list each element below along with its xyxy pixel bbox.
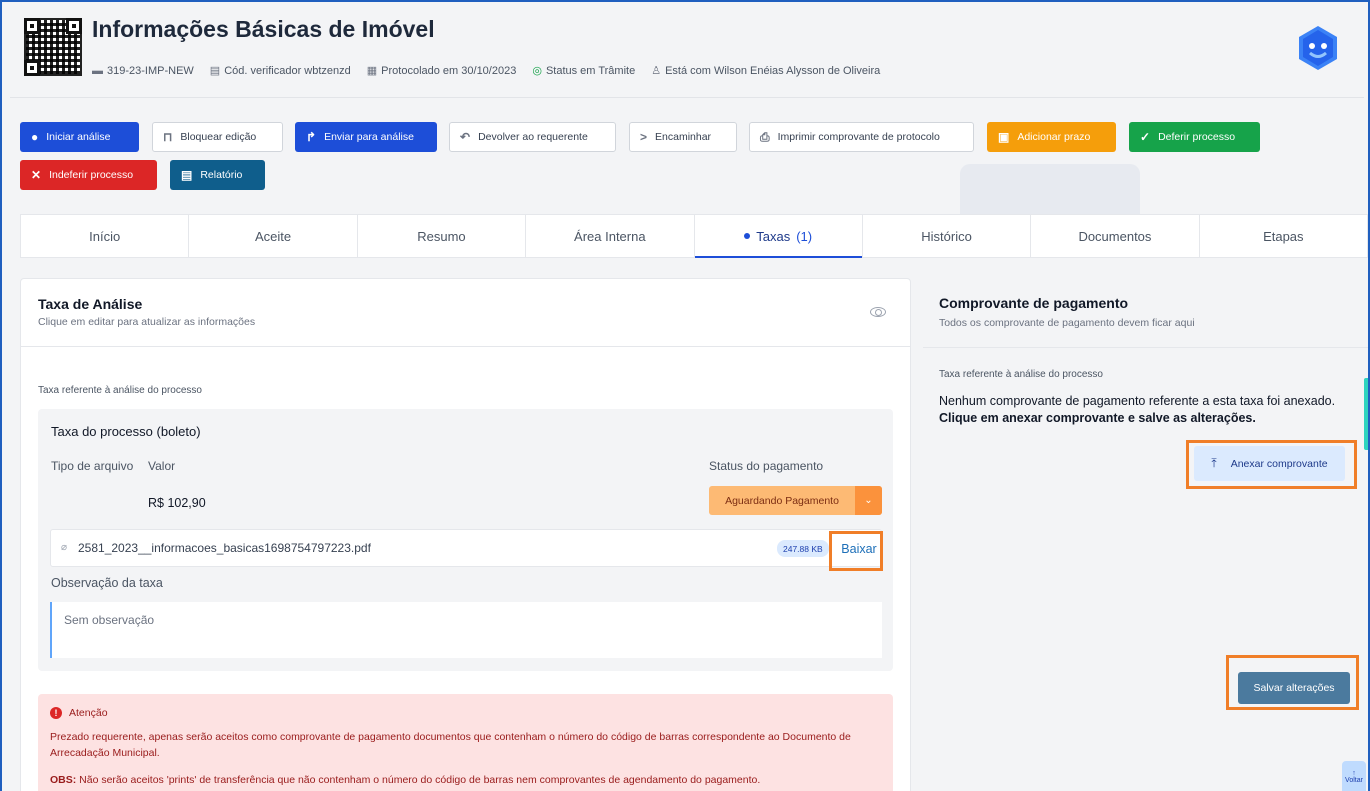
printer-icon: ⎙ [760,129,770,144]
tax-panel-header: Taxa de Análise Clique em editar para at… [21,279,910,347]
attention-alert: ! Atenção Prezado requerente, apenas serã… [38,694,893,791]
observation-label: Observação da taxa [51,576,163,590]
receipt-title: Comprovante de pagamento [939,295,1129,311]
tab-area-interna[interactable]: Área Interna [526,215,695,257]
report-icon: ▤ [181,168,193,182]
print-receipt-button[interactable]: ⎙ Imprimir comprovante de protocolo [749,122,974,152]
divider [923,347,1368,348]
download-link[interactable]: Baixar [833,530,885,568]
observation-field[interactable]: Sem observação [50,602,882,658]
reject-process-button[interactable]: ✕ Indeferir processo [20,160,157,190]
undo-icon: ↶ [460,130,471,144]
receipt-subtitle: Todos os comprovante de pagamento devem … [939,317,1195,329]
payment-status-select[interactable]: Aguardando Pagamento ⌄ [709,486,882,515]
receipt-reference: Taxa referente à análise do processo [939,369,1103,380]
chevron-right-icon: > [640,130,648,144]
calendar-icon: ▦ [366,65,378,77]
tax-details-box: Taxa do processo (boleto) Tipo de arquiv… [38,409,893,671]
back-to-top-button[interactable]: ↑ Voltar [1342,761,1366,791]
eye-icon[interactable] [870,307,886,317]
tax-box-title: Taxa do processo (boleto) [51,424,201,439]
tab-taxas[interactable]: Taxas (1) [694,215,863,258]
meta-assignee: ♙ Está com Wilson Enéias Alysson de Olive… [651,64,881,78]
check-icon: ✓ [1140,130,1151,144]
save-changes-button[interactable]: Salvar alterações [1238,672,1350,704]
page-header: Informações Básicas de Imóvel ▬ 319-23-IM… [10,6,1364,98]
user-icon: ♙ [651,65,662,77]
attach-receipt-button[interactable]: ⤒ Anexar comprovante [1194,446,1345,481]
share-icon: ↱ [306,130,317,144]
process-tabs: Início Aceite Resumo Área Interna Taxas(… [20,214,1368,258]
tax-reference: Taxa referente à análise do processo [38,385,202,396]
lock-edit-button[interactable]: ⊓ Bloquear edição [152,122,283,152]
app-frame: Informações Básicas de Imóvel ▬ 319-23-IM… [0,0,1370,791]
add-deadline-button[interactable]: ▣ Adicionar prazo [987,122,1116,152]
alert-text: Prezado requerente, apenas serão aceitos… [50,731,851,759]
qr-code-icon [24,18,82,76]
meta-protocol: ▬ 319-23-IMP-NEW [92,64,194,77]
tab-inicio[interactable]: Início [21,215,190,257]
approve-process-button[interactable]: ✓ Deferir processo [1129,122,1260,152]
close-icon: ✕ [31,168,42,182]
report-button[interactable]: ▤ Relatório [170,160,265,190]
app-logo-icon [1299,26,1337,70]
receipt-panel: Comprovante de pagamento Todos os compro… [923,278,1368,791]
active-dot-icon [744,233,751,239]
briefcase-icon: ▬ [92,64,103,77]
tax-amount: R$ 102,90 [148,496,206,510]
upload-icon: ⤒ [1211,456,1217,470]
value-label: Valor [148,459,176,473]
tab-etapas[interactable]: Etapas [1200,215,1367,257]
document-icon: ▤ [209,65,221,77]
send-analysis-button[interactable]: ↱ Enviar para análise [295,122,437,152]
calendar-icon: ▣ [998,130,1010,144]
tax-panel: Taxa de Análise Clique em editar para at… [20,278,911,791]
file-name: 2581_2023__informacoes_basicas1698754797… [78,541,371,555]
alert-obs: OBS: Não serão aceitos 'prints' de trans… [50,774,761,786]
page-title: Informações Básicas de Imóvel [92,16,435,42]
forward-button[interactable]: > Encaminhar [629,122,737,152]
alert-icon: ! [50,707,62,719]
attached-file: ⌀ 2581_2023__informacoes_basicas16987547… [50,529,882,567]
lock-icon: ⊓ [163,130,173,144]
receipt-message: Nenhum comprovante de pagamento referent… [939,394,1336,425]
tax-title: Taxa de Análise [38,296,143,312]
tax-subtitle: Clique em editar para atualizar as infor… [38,316,256,328]
meta-status: ◎ Status em Trâmite [532,64,636,78]
check-circle-icon: ◎ [532,65,542,77]
payment-status-label: Status do pagamento [709,459,824,473]
chevron-down-icon: ⌄ [855,486,882,515]
side-drawer-handle[interactable] [1364,378,1368,450]
start-analysis-button[interactable]: ● Iniciar análise [20,122,139,152]
tab-documentos[interactable]: Documentos [1031,215,1200,257]
tab-aceite[interactable]: Aceite [189,215,358,257]
paperclip-icon: ⌀ [61,542,68,553]
return-requester-button[interactable]: ↶ Devolver ao requerente [449,122,616,152]
arrow-up-icon: ↑ [1352,770,1356,777]
meta-verifier: ▤ Cód. verificador wbtzenzd [209,64,351,78]
file-type-label: Tipo de arquivo [51,459,134,473]
tab-historico[interactable]: Histórico [863,215,1032,257]
play-icon: ● [31,130,39,144]
process-meta: ▬ 319-23-IMP-NEW ▤ Cód. verificador wbtzen… [92,64,881,78]
meta-date: ▦ Protocolado em 30/10/2023 [366,64,517,78]
tab-resumo[interactable]: Resumo [358,215,527,257]
file-size-badge: 247.88 KB [777,540,829,557]
